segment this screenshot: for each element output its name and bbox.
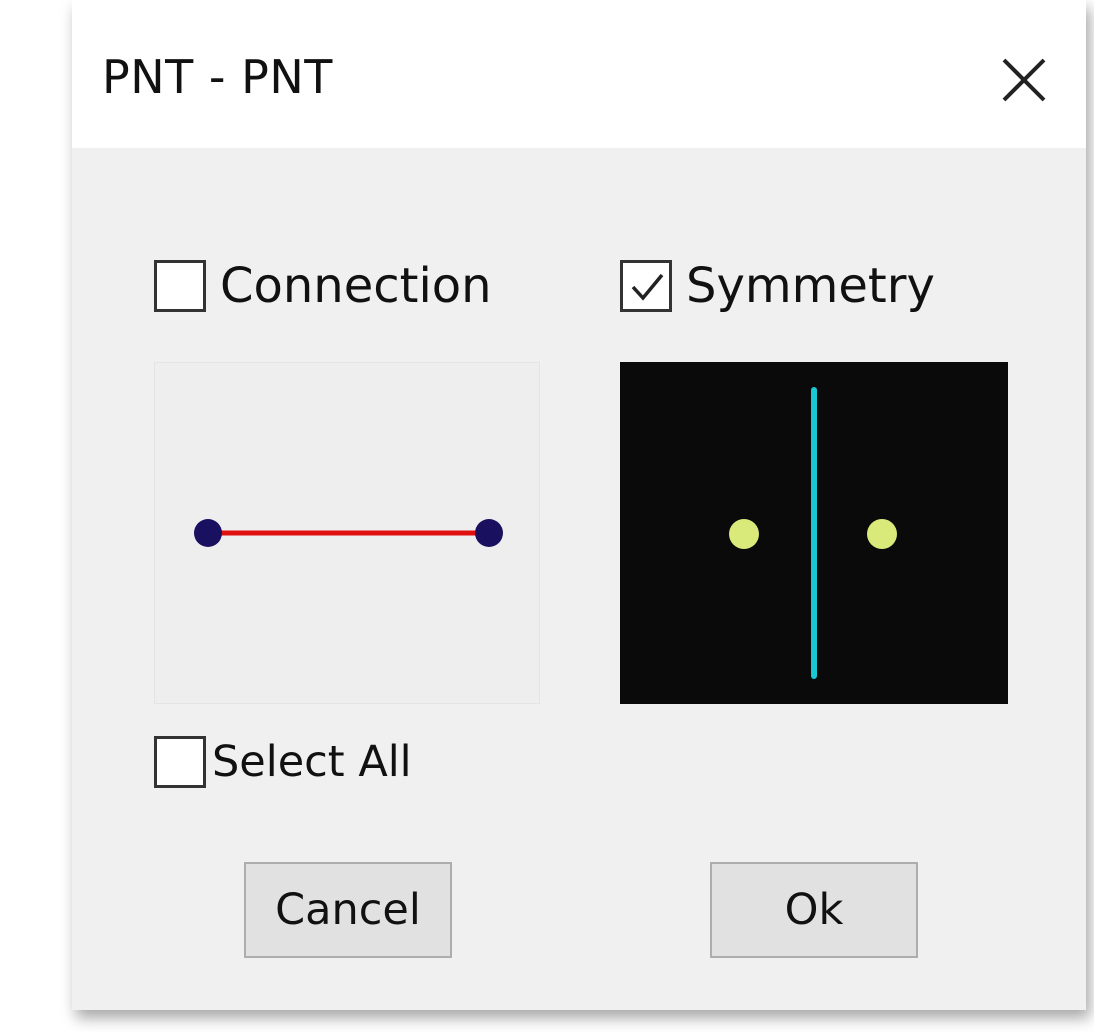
symmetry-checkbox-row[interactable]: Symmetry bbox=[620, 258, 935, 314]
symmetry-point-left bbox=[729, 519, 759, 549]
title-bar: PNT - PNT bbox=[72, 0, 1086, 148]
close-button[interactable] bbox=[992, 48, 1056, 112]
connection-label: Connection bbox=[220, 258, 492, 314]
checkmark-icon bbox=[631, 273, 664, 301]
close-icon bbox=[1002, 58, 1046, 102]
symmetry-preview bbox=[620, 362, 1008, 704]
connection-checkbox[interactable] bbox=[154, 260, 206, 312]
select-all-label: Select All bbox=[212, 737, 412, 787]
connection-diagram bbox=[194, 519, 503, 547]
select-all-checkbox[interactable] bbox=[154, 736, 206, 788]
dialog-title: PNT - PNT bbox=[102, 50, 333, 104]
pnt-dialog: PNT - PNT Connection Symmetry Select All… bbox=[72, 0, 1086, 1010]
symmetry-checkbox[interactable] bbox=[620, 260, 672, 312]
connection-checkbox-row[interactable]: Connection bbox=[154, 258, 492, 314]
symmetry-point-right bbox=[867, 519, 897, 549]
connection-point-right bbox=[475, 519, 503, 547]
cancel-button[interactable]: Cancel bbox=[244, 862, 452, 958]
select-all-checkbox-row[interactable]: Select All bbox=[154, 736, 412, 788]
connection-point-left bbox=[194, 519, 222, 547]
symmetry-diagram bbox=[729, 387, 897, 679]
symmetry-label: Symmetry bbox=[686, 258, 935, 314]
connection-preview bbox=[154, 362, 540, 704]
ok-button[interactable]: Ok bbox=[710, 862, 918, 958]
